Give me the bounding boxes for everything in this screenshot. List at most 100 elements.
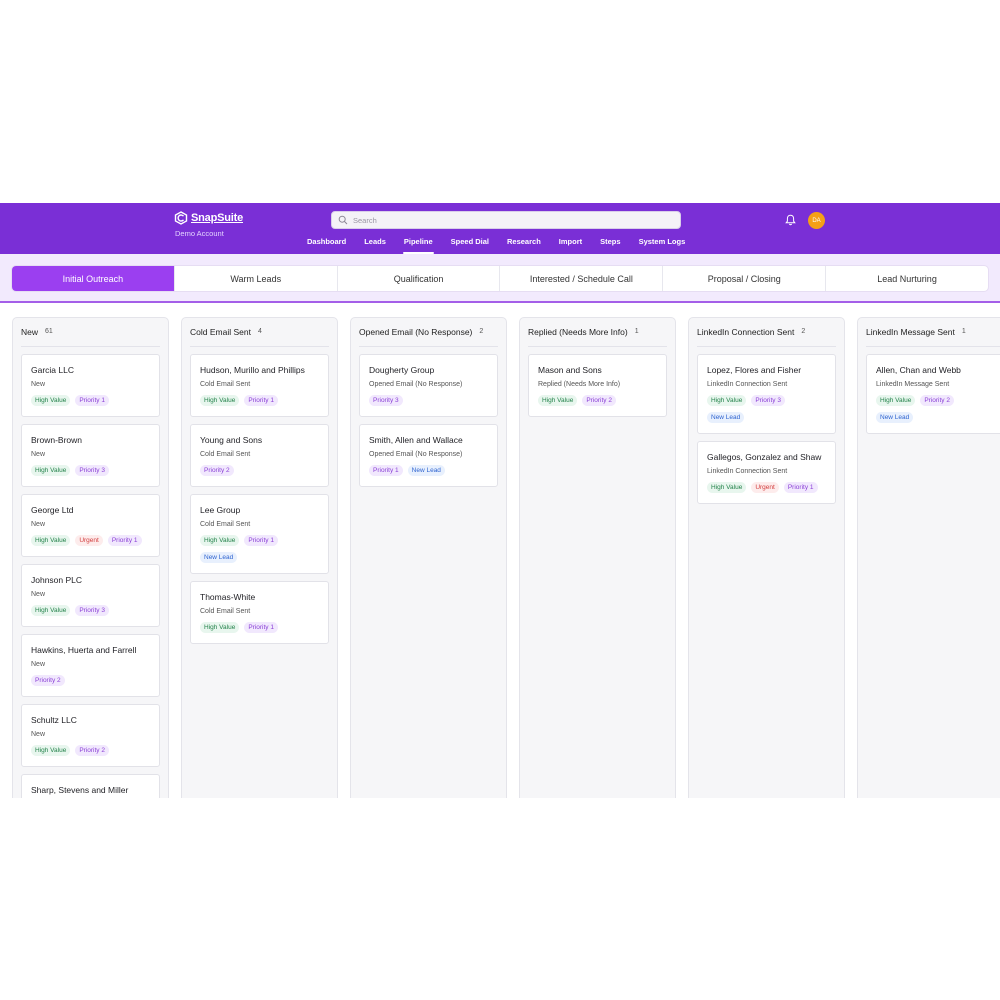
lead-status: LinkedIn Message Sent — [876, 381, 950, 388]
tag-high-value: High Value — [707, 395, 747, 406]
tag-high-value: High Value — [31, 465, 71, 476]
brand[interactable]: SnapSuite Demo Account — [174, 211, 243, 238]
lead-card[interactable]: Allen, Chan and Webb LinkedIn Message Sen… — [866, 354, 1000, 434]
stage-tab-initial-outreach[interactable]: Initial Outreach — [12, 266, 175, 291]
lead-tags: New Lead — [876, 412, 914, 423]
tag-high-value: High Value — [707, 482, 747, 493]
lead-card[interactable]: Gallegos, Gonzalez and Shaw LinkedIn Conn… — [697, 441, 836, 504]
column-count: 1 — [961, 328, 966, 335]
lead-tags: High Value Priority 1 — [31, 395, 109, 406]
lead-name: Schultz LLC — [31, 715, 77, 725]
tag-priority-1: Priority 1 — [244, 535, 278, 546]
lead-status: Replied (Needs More Info) — [538, 381, 621, 388]
stage-tab-proposal-closing[interactable]: Proposal / Closing — [663, 266, 827, 291]
lead-status: LinkedIn Connection Sent — [707, 381, 788, 388]
lead-name: Mason and Sons — [538, 365, 602, 375]
tag-priority-3: Priority 3 — [75, 465, 109, 476]
tag-priority-1: Priority 1 — [783, 482, 818, 493]
nav-item-steps[interactable]: Steps — [591, 237, 629, 254]
lead-card[interactable]: Brown-Brown New High Value Priority 3 — [21, 424, 160, 487]
lead-card[interactable]: George Ltd New High Value Urgent Priority 1 — [21, 494, 160, 557]
column-header: New 61 — [21, 327, 160, 347]
tag-new-lead: New Lead — [407, 465, 445, 476]
column-linkedin-message-sent: LinkedIn Message Sent 1 Allen, Chan and We… — [857, 317, 1000, 798]
tag-high-value: High Value — [876, 395, 916, 406]
column-cold-email-sent: Cold Email Sent 4 Hudson, Murillo and Phil… — [181, 317, 338, 798]
bell-icon[interactable] — [785, 214, 796, 226]
lead-tags: New Lead — [200, 552, 238, 563]
nav-item-leads[interactable]: Leads — [355, 237, 395, 254]
tag-new-lead: New Lead — [707, 412, 745, 423]
nav-item-research[interactable]: Research — [498, 237, 550, 254]
lead-card[interactable]: Hawkins, Huerta and Farrell New Priority 2 — [21, 634, 160, 697]
lead-card[interactable]: Thomas-White Cold Email Sent High Value Pri… — [190, 581, 329, 644]
lead-name: Dougherty Group — [369, 365, 435, 375]
nav-item-speed-dial[interactable]: Speed Dial — [442, 237, 498, 254]
lead-tags: Priority 2 — [31, 675, 65, 686]
lead-name: Hawkins, Huerta and Farrell — [31, 645, 137, 655]
tag-high-value: High Value — [200, 535, 240, 546]
lead-name: Sharp, Stevens and Miller — [31, 785, 129, 795]
lead-tags: High Value Priority 3 — [31, 605, 109, 616]
lead-card[interactable]: Hudson, Murillo and Phillips Cold Email S… — [190, 354, 329, 417]
lead-tags: High Value Urgent Priority 1 — [707, 482, 818, 493]
stage-tab-warm-leads[interactable]: Warm Leads — [175, 266, 338, 291]
lead-card[interactable]: Lopez, Flores and Fisher LinkedIn Connect… — [697, 354, 836, 434]
column-count: 2 — [801, 328, 806, 335]
lead-card[interactable]: Garcia LLC New High Value Priority 1 — [21, 354, 160, 417]
lead-card[interactable]: Johnson PLC New High Value Priority 3 — [21, 564, 160, 627]
top-header: SnapSuite Demo Account DashboardLeadsPip… — [0, 203, 1000, 254]
tag-high-value: High Value — [31, 605, 71, 616]
nav-item-pipeline[interactable]: Pipeline — [395, 237, 442, 254]
column-count: 4 — [257, 328, 262, 335]
column-count: 61 — [45, 328, 53, 335]
lead-status: Cold Email Sent — [200, 381, 251, 388]
account-name: Demo Account — [175, 229, 224, 238]
lead-card[interactable]: Lee Group Cold Email Sent High Value Priori… — [190, 494, 329, 574]
stage-tab-qualification[interactable]: Qualification — [338, 266, 501, 291]
tag-new-lead: New Lead — [876, 412, 914, 423]
tag-priority-1: Priority 1 — [369, 465, 403, 476]
column-header: Replied (Needs More Info) 1 — [528, 327, 667, 347]
nav-item-import[interactable]: Import — [550, 237, 591, 254]
lead-name: Lopez, Flores and Fisher — [707, 365, 802, 375]
brand-name: SnapSuite — [191, 212, 243, 224]
search-input[interactable] — [353, 215, 653, 225]
tag-high-value: High Value — [538, 395, 578, 406]
lead-name: Young and Sons — [200, 435, 263, 445]
lead-card[interactable]: Smith, Allen and Wallace Opened Email (No… — [359, 424, 498, 487]
column-title: LinkedIn Message Sent — [866, 327, 955, 337]
user-avatar[interactable]: DA — [808, 212, 825, 229]
tag-high-value: High Value — [31, 395, 71, 406]
app-window: SnapSuite Demo Account DashboardLeadsPip… — [0, 203, 1000, 798]
tag-priority-2: Priority 2 — [582, 395, 616, 406]
lead-status: LinkedIn Connection Sent — [707, 468, 788, 475]
lead-card[interactable]: Schultz LLC New High Value Priority 2 — [21, 704, 160, 767]
lead-card[interactable]: Dougherty Group Opened Email (No Response… — [359, 354, 498, 417]
column-header: LinkedIn Connection Sent 2 — [697, 327, 836, 347]
tag-new-lead: New Lead — [200, 552, 238, 563]
column-title: Cold Email Sent — [190, 327, 251, 337]
lead-status: Cold Email Sent — [200, 451, 251, 458]
lead-tags: High Value Priority 1 — [200, 622, 278, 633]
column-title: LinkedIn Connection Sent — [697, 327, 795, 337]
lead-status: Opened Email (No Response) — [369, 381, 463, 388]
tag-urgent: Urgent — [75, 535, 103, 546]
stage-tab-lead-nurturing[interactable]: Lead Nurturing — [826, 266, 988, 291]
main-nav: Dashboard Leads Pipeline Speed Dial Research… — [298, 237, 694, 254]
lead-card[interactable]: Sharp, Stevens and Miller — [21, 774, 160, 798]
lead-status: Cold Email Sent — [200, 608, 251, 615]
nav-item-system-logs[interactable]: System Logs — [630, 237, 695, 254]
column-header: Opened Email (No Response) 2 — [359, 327, 498, 347]
lead-card[interactable]: Mason and Sons Replied (Needs More Info) H… — [528, 354, 667, 417]
lead-status: Cold Email Sent — [200, 521, 251, 528]
tag-priority-2: Priority 2 — [75, 745, 109, 756]
snapsuite-logo-icon — [174, 211, 188, 225]
nav-item-dashboard[interactable]: Dashboard — [298, 237, 355, 254]
tag-priority-1: Priority 1 — [107, 535, 142, 546]
search-box[interactable] — [331, 211, 681, 229]
lead-name: Thomas-White — [200, 592, 256, 602]
column-title: New — [21, 327, 39, 337]
stage-tab-interested-schedule-call[interactable]: Interested / Schedule Call — [500, 266, 664, 291]
lead-card[interactable]: Young and Sons Cold Email Sent Priority 2 — [190, 424, 329, 487]
